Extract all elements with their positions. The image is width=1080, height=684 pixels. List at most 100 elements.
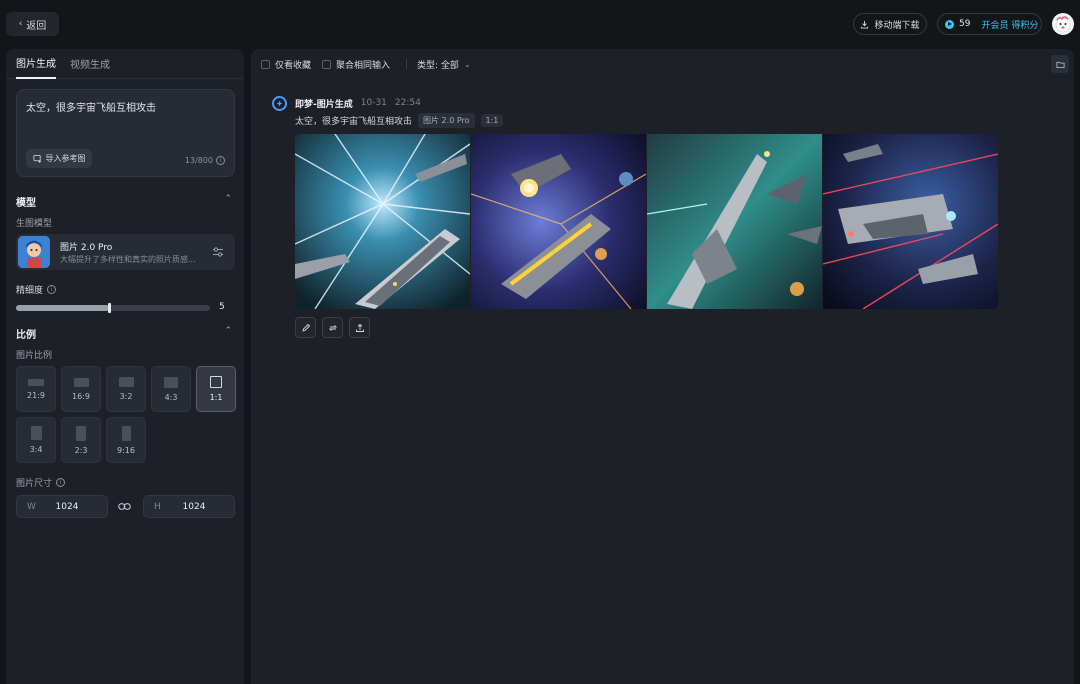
ratio-shape-icon [28,378,44,386]
ratio-16-9[interactable]: 16:9 [61,366,101,412]
generation-sidebar: 图片生成 视频生成 太空，很多宇宙飞船互相攻击 导入参考图 13/800 i 模… [6,49,244,684]
result-source: 即梦-图片生成 [295,99,353,110]
image-gallery [295,134,998,309]
generated-image[interactable] [823,134,998,309]
ratio-9-16[interactable]: 9:16 [106,417,146,463]
generated-image[interactable] [471,134,646,309]
ratio-3-2[interactable]: 3:2 [106,366,146,412]
ratio-label: 3:4 [29,445,43,454]
type-dropdown[interactable]: 类型: 全部 ⌄ [417,58,471,71]
back-label: 返回 [26,20,47,32]
ratio-shape-icon [76,425,86,441]
height-value: 1024 [182,501,206,512]
share-button[interactable] [349,317,370,338]
back-button[interactable]: ‹ 返回 [6,12,59,36]
fineness-slider-handle[interactable] [108,303,112,313]
fineness-label: 精细度 [16,286,44,296]
avatar[interactable] [1052,13,1074,35]
ratio-shape-icon [118,377,134,387]
width-label: W [27,501,36,512]
model-selector[interactable]: 图片 2.0 Pro 大幅提升了多样性和真实的照片质感... [16,234,235,270]
regenerate-button[interactable] [322,317,343,338]
ratio-sub-label: 图片比例 [16,351,53,361]
vip-credits-button[interactable]: 59 开会员 得积分 [937,13,1042,35]
model-name: 图片 2.0 Pro [60,243,113,253]
dreamina-logo-icon [272,95,287,111]
result-time: 22:54 [394,98,421,108]
generated-image[interactable] [647,134,822,309]
ratio-1-1[interactable]: 1:1 [196,366,236,412]
import-reference-label: 导入参考图 [45,154,86,163]
top-bar: ‹ 返回 移动端下载 59 开会员 得积分 [0,0,1080,48]
favorites-label: 仅看收藏 [275,60,312,71]
ratio-shape-icon [121,425,131,441]
credits-icon [945,19,954,29]
width-input[interactable]: W 1024 [16,495,108,518]
download-label: 移动端下载 [874,20,920,31]
link-icon[interactable] [118,501,131,512]
info-icon[interactable]: i [47,285,57,294]
merge-filter[interactable]: 聚合相同输入 [322,58,390,71]
favorites-filter[interactable]: 仅看收藏 [261,58,311,71]
info-icon[interactable]: i [56,478,66,487]
height-label: H [154,501,161,512]
ratio-shape-icon [164,376,178,388]
prompt-input[interactable]: 太空，很多宇宙飞船互相攻击 导入参考图 13/800 i [16,89,235,177]
ratio-label: 21:9 [27,390,45,400]
ratio-label: 3:2 [119,392,133,401]
image-import-icon [32,154,41,163]
fineness-value: 5 [219,302,225,312]
ratio-tag: 1:1 [480,114,504,127]
result-date: 10-31 [360,98,387,108]
width-value: 1024 [55,501,79,512]
size-label-row: 图片尺寸 i [16,476,66,489]
fineness-slider[interactable] [16,303,210,313]
fineness-slider-fill [16,305,110,311]
vip-label: 开会员 得积分 [981,20,1039,31]
ratio-2-3[interactable]: 2:3 [61,417,101,463]
merge-checkbox[interactable] [322,59,332,69]
type-label: 类型: 全部 [417,60,459,71]
avatar-image [1055,16,1071,33]
model-section-title: 模型 [16,198,36,209]
result-actions [295,317,370,338]
ratio-shape-icon [210,376,222,388]
sliders-icon[interactable] [211,245,225,259]
model-sub-label: 生图模型 [16,219,53,229]
generated-image[interactable] [295,134,470,309]
height-input[interactable]: H 1024 [143,495,235,518]
chevron-up-icon[interactable]: ⌃ [224,326,232,336]
tab-video-generation[interactable]: 视频生成 [70,49,110,79]
model-thumbnail [18,236,50,268]
favorites-checkbox[interactable] [261,59,270,69]
pencil-icon [301,323,310,332]
chevron-up-icon[interactable]: ⌃ [224,194,232,204]
char-count: 13/800 i [185,156,225,165]
fineness-label-row: 精细度 i [16,283,57,296]
char-count-value: 13/800 [184,156,213,165]
ratio-21-9[interactable]: 21:9 [16,366,56,412]
ratio-label: 2:3 [74,445,88,455]
result-meta: 太空，很多宇宙飞船互相攻击 图片 2.0 Pro 1:1 [295,113,504,128]
tab-image-generation[interactable]: 图片生成 [16,49,56,79]
import-reference-button[interactable]: 导入参考图 [26,149,92,168]
ratio-shape-icon [73,377,89,387]
chevron-down-icon: ⌄ [463,59,471,69]
result-header: 即梦-图片生成 10-31 22:54 [272,95,421,111]
merge-label: 聚合相同输入 [336,60,391,71]
chevron-left-icon: ‹ [18,19,23,29]
folder-button[interactable] [1051,55,1069,73]
folder-icon [1055,61,1065,68]
model-tag: 图片 2.0 Pro [418,113,475,128]
ratio-4-3[interactable]: 4:3 [151,366,191,412]
ratio-3-4[interactable]: 3:4 [16,417,56,463]
mobile-download-button[interactable]: 移动端下载 [853,13,927,35]
mode-tabs: 图片生成 视频生成 [6,49,244,79]
edit-button[interactable] [295,317,316,338]
info-icon[interactable]: i [216,156,225,165]
credits-count: 59 [959,19,971,29]
model-description: 大幅提升了多样性和真实的照片质感... [60,255,196,264]
ratio-label: 1:1 [209,393,223,402]
upload-icon [355,323,364,332]
ratio-label: 4:3 [164,392,178,402]
